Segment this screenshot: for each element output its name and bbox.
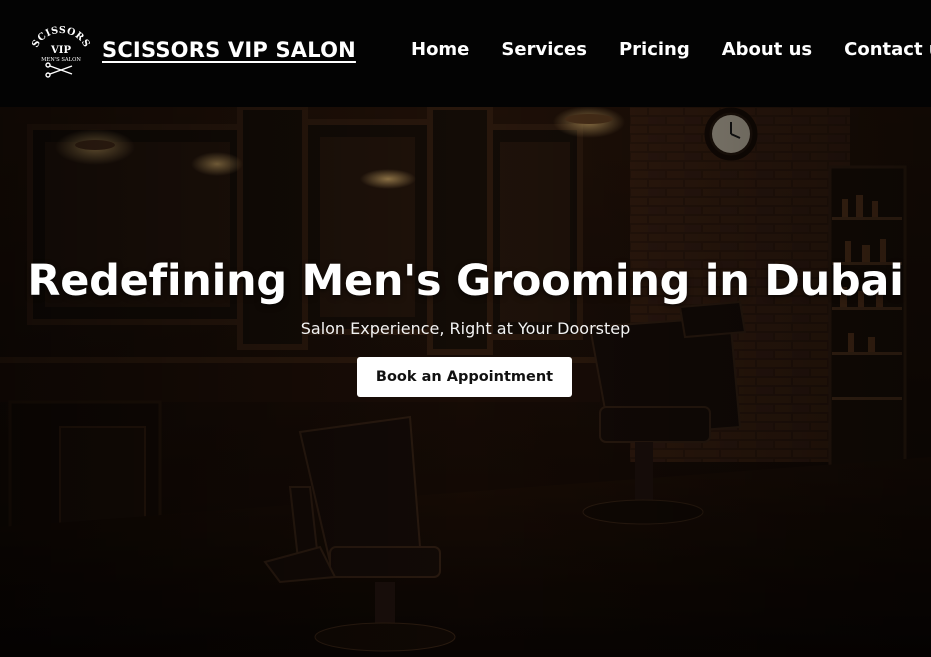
book-appointment-button[interactable]: Book an Appointment bbox=[357, 357, 572, 397]
nav-home[interactable]: Home bbox=[411, 39, 469, 60]
nav-contact[interactable]: Contact us bbox=[844, 39, 931, 60]
nav-services[interactable]: Services bbox=[501, 39, 587, 60]
svg-text:MEN'S SALON: MEN'S SALON bbox=[41, 57, 81, 63]
navbar: SCISSORS VIP MEN'S SALON SCISSORS VIP SA… bbox=[0, 0, 931, 107]
salon-logo[interactable]: SCISSORS VIP MEN'S SALON bbox=[30, 25, 92, 81]
scissors-icon bbox=[45, 62, 73, 78]
nav-pricing[interactable]: Pricing bbox=[619, 39, 690, 60]
hero-subtitle: Salon Experience, Right at Your Doorstep bbox=[300, 319, 631, 338]
brand-name[interactable]: SCISSORS VIP SALON bbox=[102, 38, 356, 62]
nav-about[interactable]: About us bbox=[722, 39, 812, 60]
hero-title: Redefining Men's Grooming in Dubai bbox=[27, 256, 904, 306]
hero-section: Redefining Men's Grooming in Dubai Salon… bbox=[0, 107, 931, 657]
svg-text:VIP: VIP bbox=[50, 45, 71, 56]
main-nav: Home Services Pricing About us Contact u… bbox=[411, 39, 931, 60]
